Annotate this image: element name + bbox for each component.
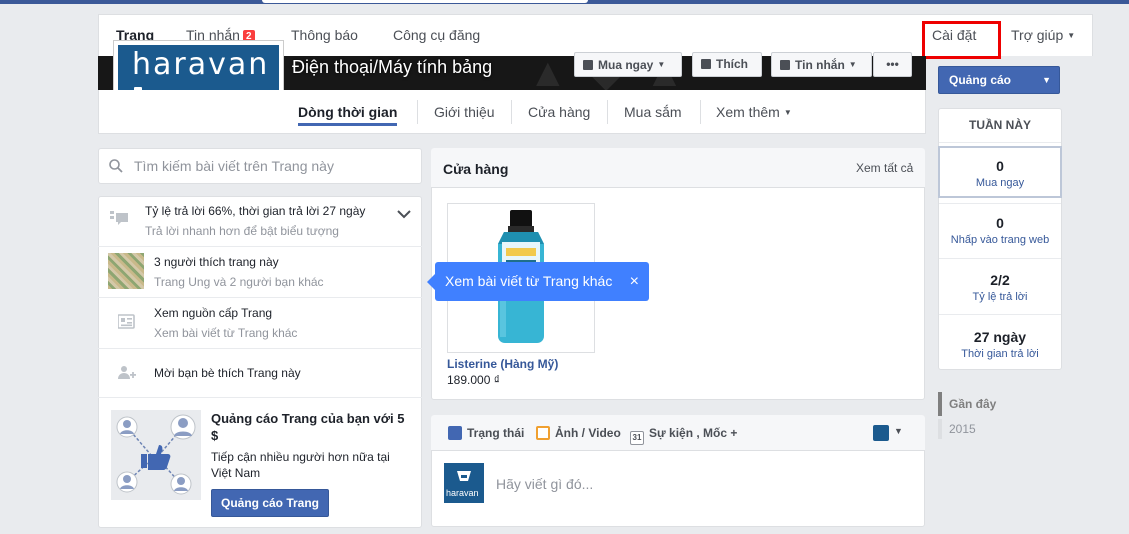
news-feed-icon bbox=[118, 314, 135, 329]
tab-more[interactable]: Xem thêm ▼ bbox=[716, 90, 792, 134]
caret-down-icon: ▼ bbox=[783, 108, 792, 117]
page-avatar-icon bbox=[873, 425, 889, 441]
caret-down-icon: ▼ bbox=[1042, 75, 1051, 85]
caret-down-icon: ▼ bbox=[657, 60, 666, 69]
likes-friends-text[interactable]: Trang Ung và 2 người bạn khác bbox=[154, 275, 324, 289]
photo-icon bbox=[536, 426, 550, 440]
pencil-icon bbox=[448, 426, 462, 440]
promote-description: Tiếp cận nhiều người hơn nữa tại Việt Na… bbox=[211, 450, 390, 480]
tab-timeline[interactable]: Dòng thời gian bbox=[298, 90, 398, 134]
search-icon bbox=[109, 159, 123, 173]
post-input[interactable]: Hãy viết gì đó... bbox=[496, 476, 593, 492]
row-divider bbox=[939, 314, 1061, 315]
promote-button[interactable]: Quảng cáo ▼ bbox=[938, 66, 1060, 94]
response-rate-text: Tỷ lệ trả lời 66%, thời gian trả lời 27 … bbox=[145, 204, 366, 218]
tab-store[interactable]: Cửa hàng bbox=[528, 90, 590, 134]
caret-down-icon: ▼ bbox=[848, 60, 857, 69]
stat-buy-now[interactable]: 0 Mua ngay bbox=[939, 158, 1061, 189]
nav-notifications[interactable]: Thông báo bbox=[291, 14, 358, 56]
tab-divider bbox=[700, 100, 701, 124]
stat-website-clicks[interactable]: 0 Nhấp vào trang web bbox=[939, 215, 1061, 246]
promote-title: Quảng cáo Trang của bạn với 5 $ bbox=[211, 411, 405, 443]
view-pages-feed-subtext: Xem bài viết từ Trang khác bbox=[154, 326, 298, 340]
row-divider bbox=[98, 397, 422, 398]
invite-friends-link[interactable]: Mời bạn bè thích Trang này bbox=[154, 366, 301, 380]
product-name-link[interactable]: Listerine (Hàng Mỹ) bbox=[447, 357, 558, 371]
row-divider bbox=[939, 142, 1061, 143]
stat-response-time[interactable]: 27 ngày Thời gian trả lời bbox=[939, 329, 1061, 360]
status-tab[interactable]: Trạng thái bbox=[448, 426, 524, 440]
tab-about[interactable]: Giới thiệu bbox=[434, 90, 495, 134]
page-title: Điện thoại/Máy tính bảng bbox=[292, 57, 493, 77]
top-search-box[interactable] bbox=[262, 0, 588, 3]
calendar-icon: 31 bbox=[630, 431, 644, 445]
promote-illustration bbox=[111, 410, 201, 500]
likes-count-link[interactable]: 3 người thích trang này bbox=[154, 255, 279, 269]
this-week-title: TUẦN NÀY bbox=[969, 118, 1031, 132]
timeline-year-link[interactable]: 2015 bbox=[949, 422, 976, 436]
nav-help[interactable]: Trợ giúp ▼ bbox=[1011, 14, 1075, 56]
thumbs-up-icon bbox=[701, 59, 711, 69]
tab-divider bbox=[607, 100, 608, 124]
page-tabs bbox=[98, 90, 926, 134]
chevron-down-icon[interactable] bbox=[397, 210, 411, 220]
bag-icon bbox=[583, 60, 593, 70]
timeline-recent-link[interactable]: Gần đây bbox=[949, 397, 996, 411]
row-divider bbox=[939, 203, 1061, 204]
pages-feed-tooltip: Xem bài viết từ Trang khác × bbox=[427, 262, 649, 301]
nav-publishing-tools[interactable]: Công cụ đăng bbox=[393, 14, 480, 56]
view-pages-feed-link[interactable]: Xem nguồn cấp Trang bbox=[154, 306, 272, 320]
photo-video-tab[interactable]: Ảnh / Video bbox=[536, 426, 621, 440]
row-divider bbox=[939, 258, 1061, 259]
chat-icon bbox=[780, 60, 790, 70]
timeline-marker bbox=[938, 419, 942, 439]
message-button[interactable]: Tin nhắn ▼ bbox=[771, 52, 872, 77]
response-rate-subtext: Trả lời nhanh hơn để bật biểu tượng bbox=[145, 224, 339, 238]
settings-highlight-box bbox=[922, 21, 1001, 59]
stat-response-rate[interactable]: 2/2 Tỷ lệ trả lời bbox=[939, 272, 1061, 303]
like-button[interactable]: Thích bbox=[692, 52, 762, 77]
likers-thumbnail[interactable] bbox=[108, 253, 144, 289]
promote-page-button[interactable]: Quảng cáo Trang bbox=[211, 489, 329, 517]
post-as-selector[interactable]: ▼ bbox=[873, 425, 905, 441]
more-button[interactable]: ••• bbox=[873, 52, 912, 77]
store-title: Cửa hàng bbox=[443, 161, 509, 177]
add-friend-icon bbox=[118, 366, 136, 379]
row-divider bbox=[98, 246, 422, 247]
chat-bubbles-icon bbox=[110, 211, 128, 225]
caret-down-icon: ▼ bbox=[1067, 31, 1076, 40]
close-icon[interactable]: × bbox=[630, 262, 639, 301]
tab-divider bbox=[417, 100, 418, 124]
row-divider bbox=[98, 348, 422, 349]
search-input[interactable]: Tìm kiếm bài viết trên Trang này bbox=[134, 158, 334, 174]
tab-shop[interactable]: Mua sắm bbox=[624, 90, 682, 134]
timeline-marker bbox=[938, 392, 942, 416]
caret-down-icon: ▼ bbox=[894, 426, 903, 436]
event-milestone-tab[interactable]: 31 Sự kiện , Mốc + bbox=[630, 426, 737, 445]
see-all-link[interactable]: Xem tất cả bbox=[856, 161, 913, 175]
profile-logo: haravan bbox=[132, 47, 270, 82]
buy-now-button[interactable]: Mua ngay ▼ bbox=[574, 52, 682, 77]
composer-avatar: haravan bbox=[444, 463, 484, 503]
row-divider bbox=[98, 297, 422, 298]
tab-divider bbox=[511, 100, 512, 124]
product-price: 189.000 ₫ bbox=[447, 373, 500, 387]
